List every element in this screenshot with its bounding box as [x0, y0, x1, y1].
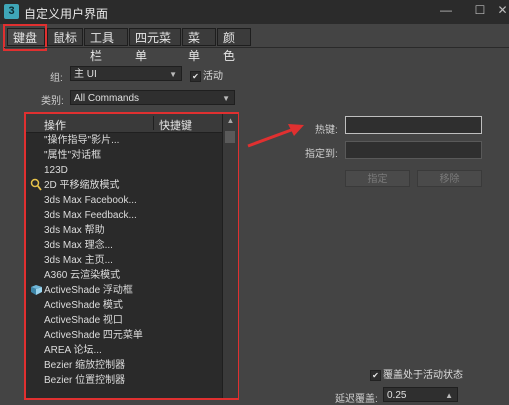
chevron-down-icon: ▼ [169, 70, 177, 79]
list-item[interactable]: AREA 论坛... [26, 343, 222, 358]
column-header-action[interactable]: 操作 [44, 117, 66, 133]
list-item[interactable]: ActiveShade 视口 [26, 313, 222, 328]
list-item-label: 3ds Max 理念... [44, 240, 113, 251]
list-item-label: 2D 平移缩放模式 [44, 180, 120, 191]
category-select-value: All Commands [74, 93, 140, 104]
assigned-to-field [345, 141, 482, 159]
list-item-label: ActiveShade 视口 [44, 315, 123, 326]
title-bar: 3 自定义用户界面 — ☐ ✕ [0, 0, 509, 24]
column-header-shortcut[interactable]: 快捷键 [159, 117, 192, 133]
group-select[interactable]: 主 UI ▼ [70, 66, 182, 81]
maximize-button[interactable]: ☐ [462, 0, 498, 20]
minimize-button[interactable]: — [428, 0, 464, 20]
active-checkbox-label: 活动 [203, 71, 223, 82]
app-icon: 3 [4, 4, 19, 19]
remove-button[interactable]: 移除 [417, 170, 482, 187]
tab-mouse[interactable]: 鼠标 [47, 28, 83, 46]
annotation-arrow-icon [247, 124, 304, 148]
checkbox-checked-icon: ✔ [190, 70, 201, 82]
list-item-label: ActiveShade 模式 [44, 300, 123, 311]
list-item[interactable]: "操作指导"影片... [26, 133, 222, 148]
scroll-up-icon[interactable]: ▲ [223, 114, 238, 128]
list-item-label: ActiveShade 四元菜单 [44, 330, 143, 341]
list-scrollbar[interactable]: ▲ [222, 114, 238, 398]
list-item[interactable]: 3ds Max Feedback... [26, 208, 222, 223]
list-item[interactable]: Bezier 缩放控制器 [26, 358, 222, 373]
assigned-to-label: 指定到: [305, 149, 338, 160]
spinner-arrows-icon[interactable]: ▲ [445, 388, 453, 403]
list-body: "操作指导"影片... "属性"对话框 123D 2D 平移缩放模式 3ds M… [26, 133, 222, 400]
list-item[interactable]: "属性"对话框 [26, 148, 222, 163]
list-item[interactable]: ActiveShade 模式 [26, 298, 222, 313]
window-title: 自定义用户界面 [24, 7, 109, 21]
list-item-label: AREA 论坛... [44, 345, 102, 356]
list-item-label: Bezier 位置控制器 [44, 375, 126, 386]
tab-menus[interactable]: 菜单 [182, 28, 216, 63]
list-item-label: Bezier 缩放控制器 [44, 360, 126, 371]
assign-button[interactable]: 指定 [345, 170, 410, 187]
list-item[interactable]: 2D 平移缩放模式 [26, 178, 222, 193]
category-label: 类别: [41, 96, 64, 107]
list-item-label: ActiveShade 浮动框 [44, 285, 133, 296]
list-item[interactable]: 3ds Max Facebook... [26, 193, 222, 208]
list-item[interactable]: 3ds Max 主页... [26, 253, 222, 268]
action-list: 操作 快捷键 "操作指导"影片... "属性"对话框 123D 2D 平移缩放模… [24, 112, 239, 400]
list-item[interactable]: A360 云渲染模式 [26, 268, 222, 283]
group-label: 组: [50, 73, 63, 84]
list-item-label: A360 云渲染模式 [44, 270, 121, 281]
category-select[interactable]: All Commands ▼ [70, 90, 235, 105]
chevron-down-icon: ▼ [222, 94, 230, 103]
column-divider[interactable] [153, 116, 154, 130]
list-item-label: 3ds Max Facebook... [44, 195, 137, 206]
tab-colors[interactable]: 颜色 [217, 28, 251, 63]
overwrite-active-checkbox[interactable]: ✔ 覆盖处于活动状态 [370, 366, 463, 381]
delay-overwrite-value: 0.25 [387, 390, 407, 401]
close-button[interactable]: ✕ [496, 0, 509, 20]
tab-toolbars[interactable]: 工具栏 [84, 28, 128, 63]
overwrite-active-label: 覆盖处于活动状态 [383, 370, 463, 381]
list-item[interactable]: 123D [26, 163, 222, 178]
hotkey-label: 热键: [315, 125, 338, 136]
list-header: 操作 快捷键 [26, 114, 222, 133]
list-item-label: 3ds Max 主页... [44, 255, 113, 266]
list-item[interactable]: ActiveShade 四元菜单 [26, 328, 222, 343]
list-item-label: "操作指导"影片... [44, 135, 120, 146]
list-item-label: "属性"对话框 [44, 150, 102, 161]
list-item[interactable]: 3ds Max 帮助 [26, 223, 222, 238]
list-item[interactable]: Bezier 位置控制器 [26, 373, 222, 388]
tab-quad-menus[interactable]: 四元菜单 [129, 28, 181, 63]
list-item-label: 3ds Max 帮助 [44, 225, 105, 236]
list-item-label: 3ds Max Feedback... [44, 210, 137, 221]
delay-overwrite-label: 延迟覆盖: [335, 394, 378, 405]
list-item[interactable]: ActiveShade 浮动框 [26, 283, 222, 298]
active-checkbox[interactable]: ✔ 活动 [190, 67, 223, 82]
list-item[interactable]: 3ds Max 理念... [26, 238, 222, 253]
list-item-label: 123D [44, 165, 68, 176]
hotkey-input[interactable] [345, 116, 482, 134]
scrollbar-thumb[interactable] [225, 131, 235, 143]
group-select-value: 主 UI [74, 69, 97, 80]
checkbox-checked-icon: ✔ [370, 369, 381, 381]
